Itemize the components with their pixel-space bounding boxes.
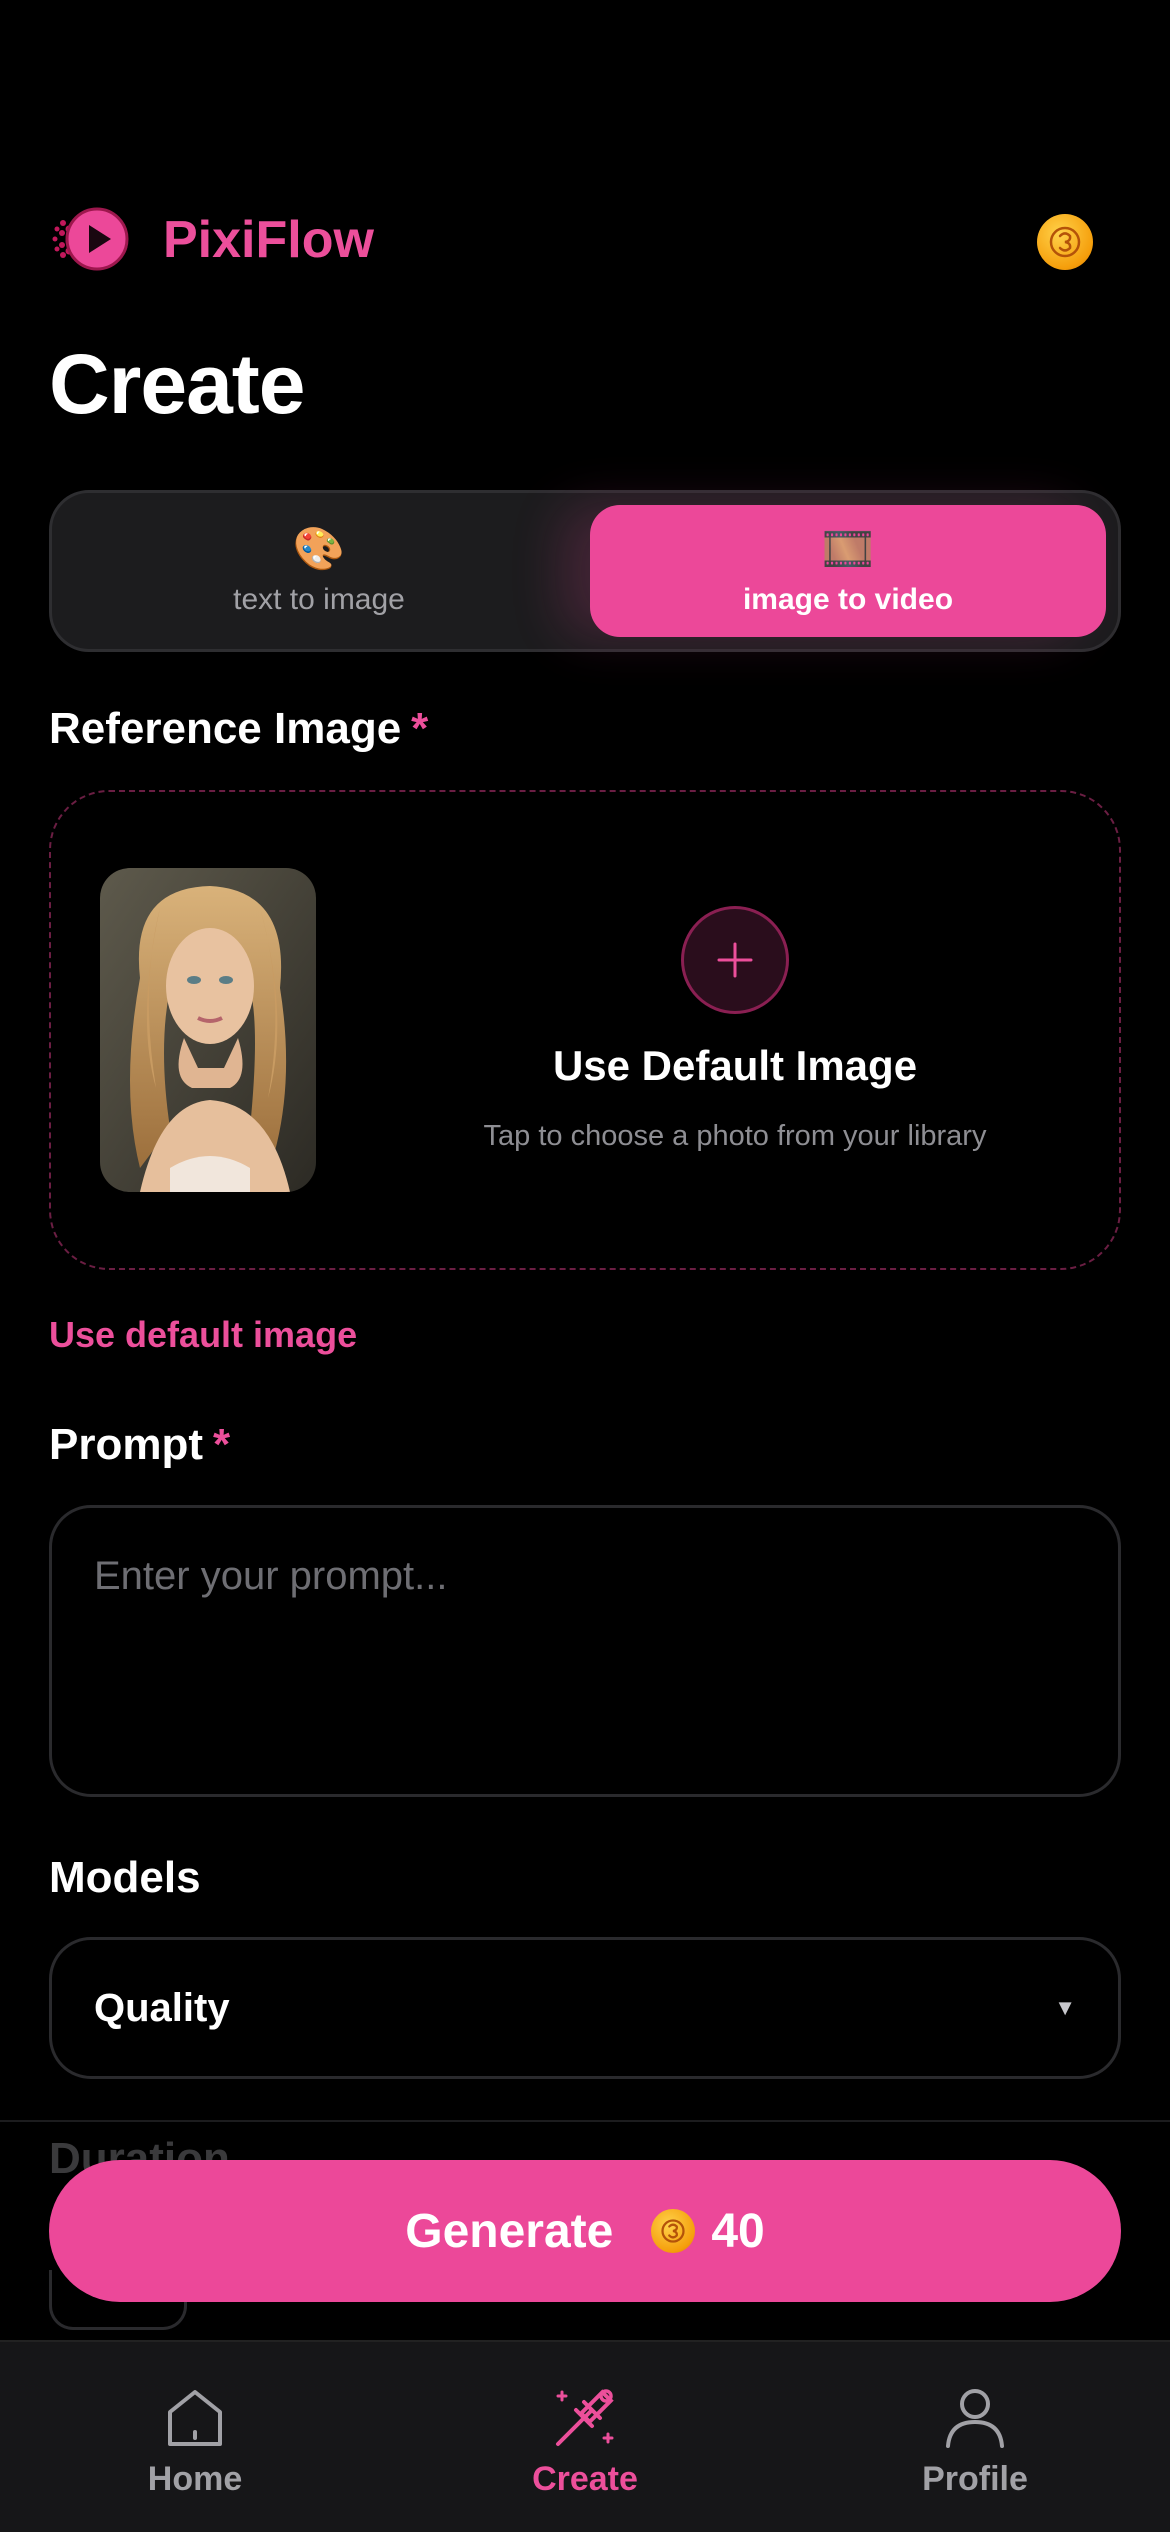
magic-wand-icon xyxy=(556,2389,614,2446)
tab-create[interactable]: Create xyxy=(390,2342,780,2532)
person-icon xyxy=(946,2389,1004,2448)
film-frames-icon: 🎞️ xyxy=(821,525,875,572)
tab-text-to-image[interactable]: 🎨 text to image xyxy=(64,505,574,637)
upload-cta[interactable]: Use Default Image Tap to choose a photo … xyxy=(351,906,1119,1153)
models-label: Models xyxy=(49,1853,201,1902)
plus-icon[interactable] xyxy=(681,906,789,1014)
tab-profile[interactable]: Profile xyxy=(780,2342,1170,2532)
model-select[interactable]: Quality ▼ xyxy=(49,1937,1121,2079)
coin-icon[interactable] xyxy=(1037,214,1093,270)
prompt-label: Prompt * xyxy=(49,1420,231,1469)
palette-icon: 🎨 xyxy=(292,525,346,572)
bottom-tab-bar: Home Create Profile xyxy=(0,2340,1170,2532)
upload-subtitle: Tap to choose a photo from your library xyxy=(483,1120,987,1152)
home-icon xyxy=(168,2390,222,2446)
generate-cost: 40 xyxy=(711,2204,765,2258)
coin-icon xyxy=(651,2209,696,2253)
upload-title: Use Default Image xyxy=(552,1042,918,1089)
prompt-input[interactable] xyxy=(52,1508,1118,1794)
app-header: PixiFlow xyxy=(49,200,1121,280)
chevron-down-icon: ▼ xyxy=(1054,1995,1076,2020)
model-select-value: Quality xyxy=(94,1985,230,2030)
mode-switch: 🎨 text to image 🎞️ image to video xyxy=(49,490,1121,652)
generate-button[interactable]: Generate 40 xyxy=(49,2160,1121,2302)
generate-label: Generate xyxy=(405,2204,614,2258)
tab-image-to-video[interactable]: 🎞️ image to video xyxy=(590,505,1106,637)
required-mark: * xyxy=(411,704,429,753)
reference-thumbnail[interactable] xyxy=(100,868,316,1192)
reference-image-label: Reference Image * xyxy=(49,704,429,753)
app-name: PixiFlow xyxy=(163,211,374,269)
page-title: Create xyxy=(49,337,305,431)
tab-label: image to video xyxy=(742,583,954,616)
tab-label: Create xyxy=(532,2460,638,2498)
tab-label: Profile xyxy=(922,2460,1028,2498)
app-logo-icon xyxy=(49,199,131,281)
divider xyxy=(0,2120,1170,2122)
use-default-image-link[interactable]: Use default image xyxy=(49,1314,357,1356)
tab-label: text to image xyxy=(233,583,405,616)
required-mark: * xyxy=(213,1420,231,1469)
tab-home[interactable]: Home xyxy=(0,2342,390,2532)
reference-image-dropzone[interactable]: Use Default Image Tap to choose a photo … xyxy=(49,790,1121,1270)
prompt-field[interactable] xyxy=(49,1505,1121,1797)
tab-label: Home xyxy=(147,2460,243,2498)
